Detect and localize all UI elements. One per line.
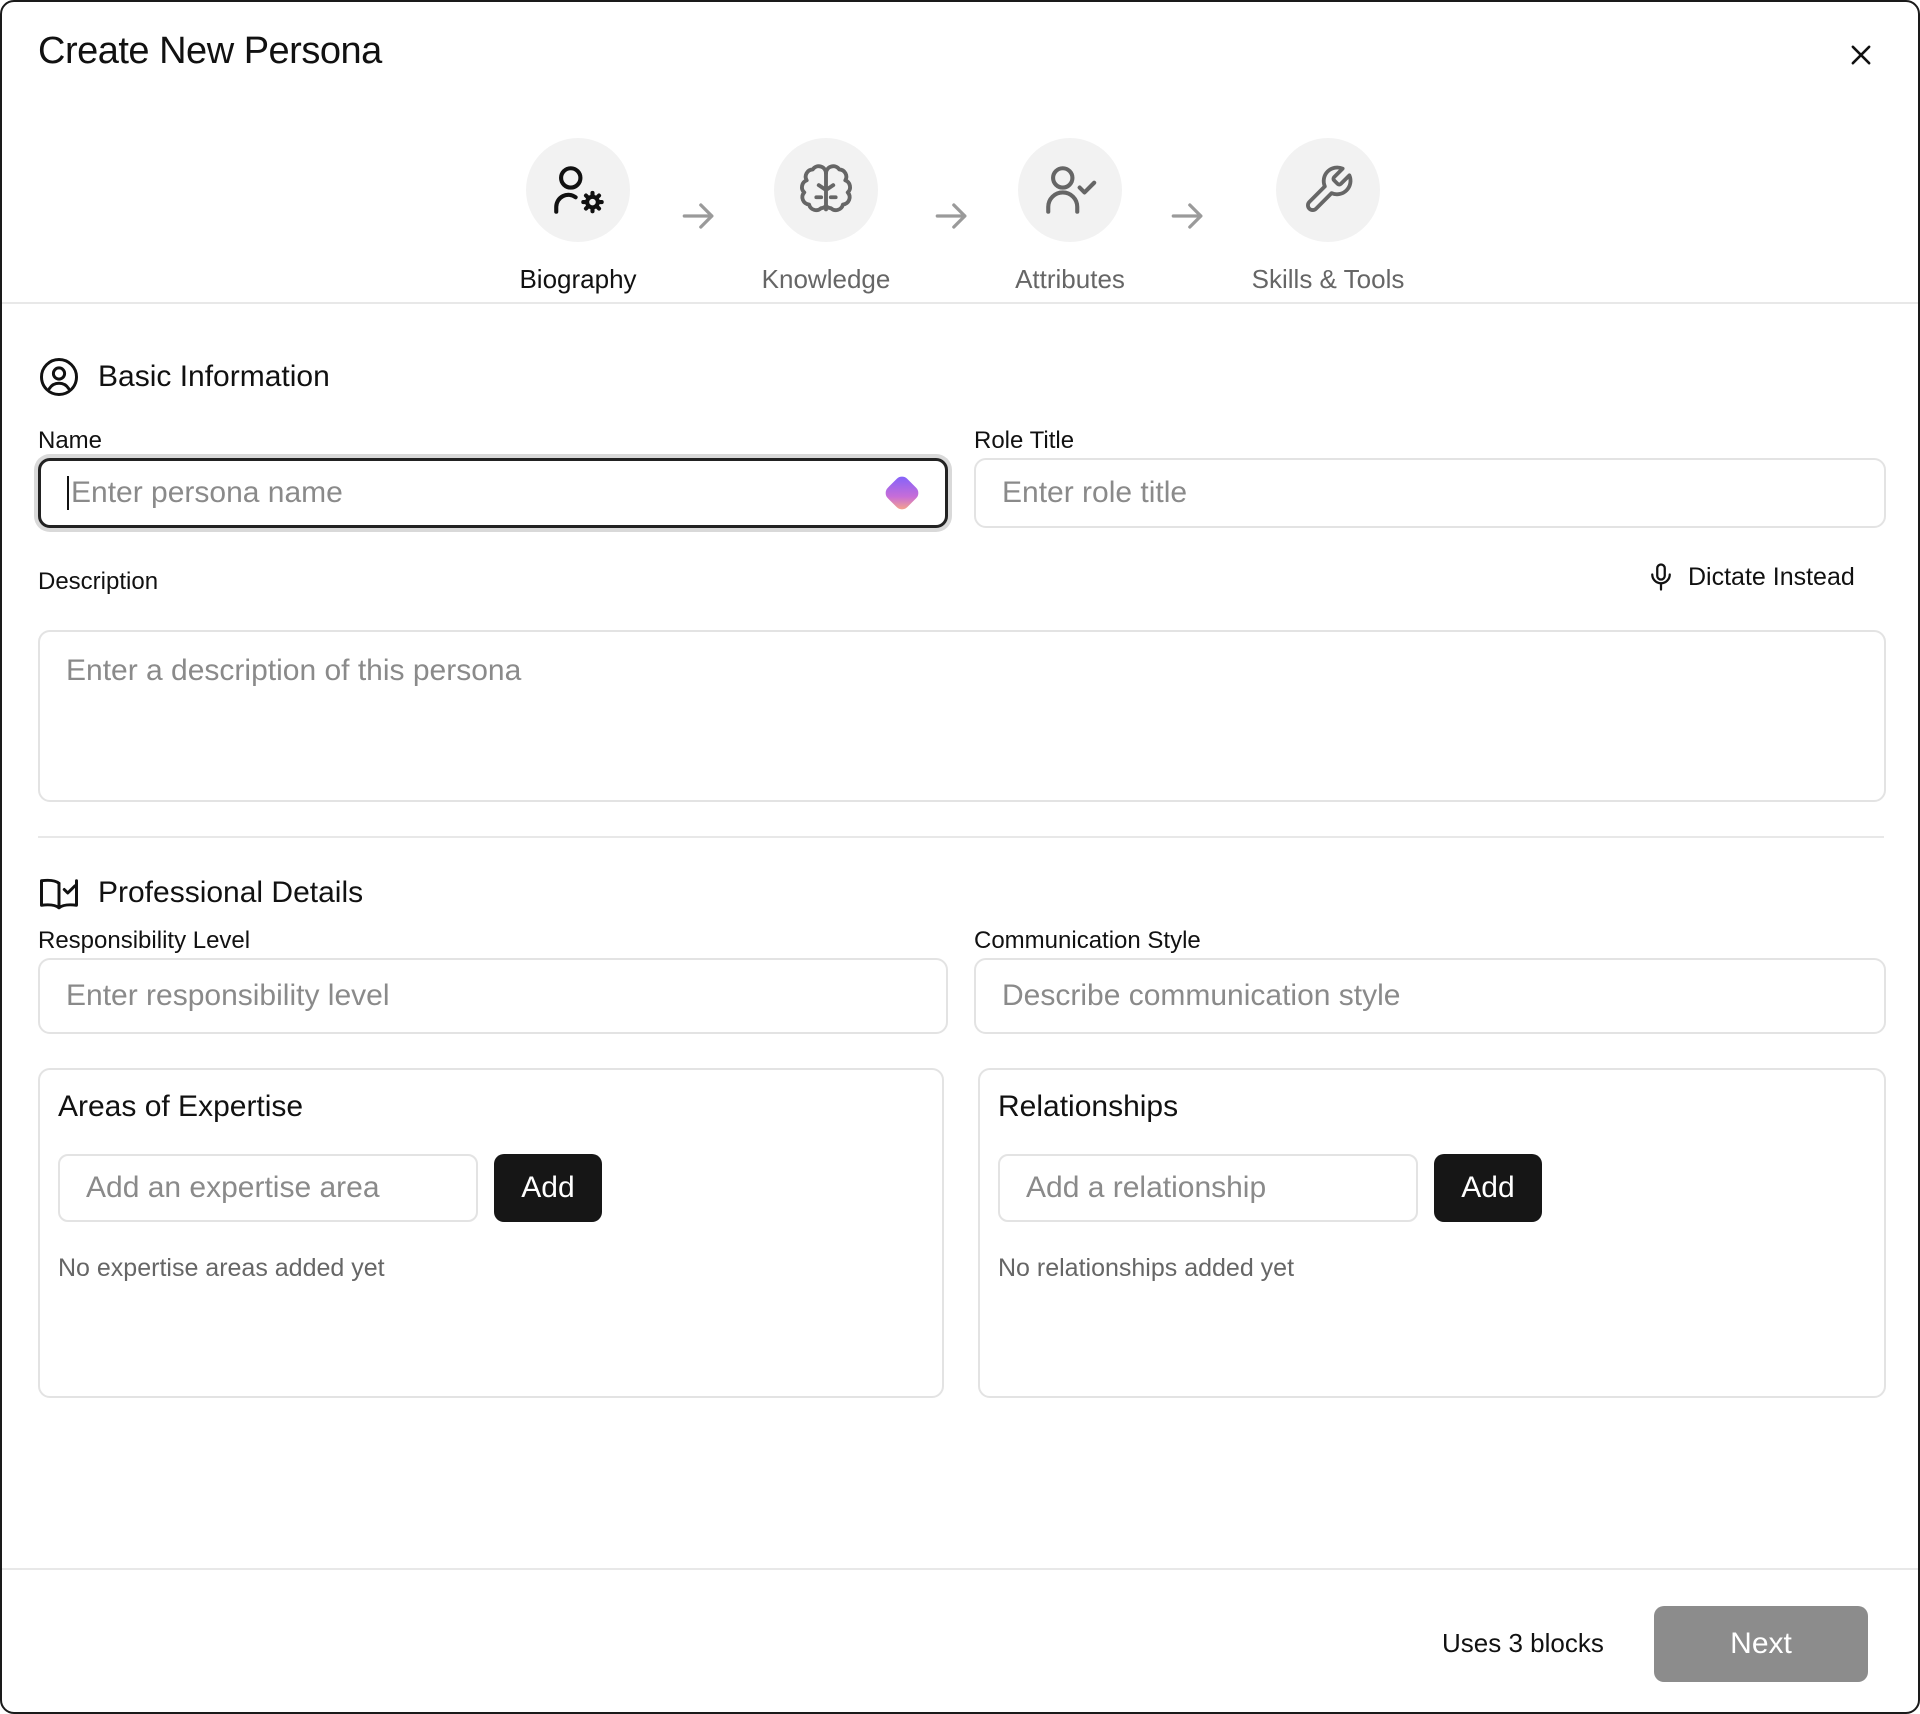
name-placeholder: Enter persona name [71,476,343,509]
arrow-right-icon [682,203,714,229]
responsibility-level-label: Responsibility Level [38,927,251,954]
dialog-title: Create New Persona [38,30,382,72]
empty-state-text: No relationships added yet [998,1254,1295,1282]
professional-details-heading: Professional Details [38,872,363,914]
name-input[interactable]: Enter persona name [38,458,948,528]
expertise-input[interactable]: Add an expertise area [58,1154,478,1222]
create-persona-dialog: Create New Persona Biography Knowledge A… [0,0,1920,1714]
user-check-icon [1046,166,1097,214]
responsibility-level-input[interactable]: Enter responsibility level [38,958,948,1034]
text-caret [67,476,69,510]
step-label: Knowledge [761,264,891,294]
description-textarea[interactable]: Enter a description of this persona [38,630,1886,802]
empty-state-text: No expertise areas added yet [58,1254,385,1282]
step-label: Skills & Tools [1251,264,1405,294]
step-attributes[interactable]: Attributes [970,138,1170,295]
description-label: Description [38,568,159,595]
brain-icon [800,164,852,213]
add-relationship-button[interactable]: Add [1434,1154,1542,1222]
role-title-label: Role Title [974,427,1075,454]
block-usage-text: Uses 3 blocks [1442,1628,1604,1658]
divider [2,302,1918,304]
user-circle-icon [40,358,78,396]
book-check-icon [40,878,78,910]
next-button[interactable]: Next [1654,1606,1868,1682]
relationship-input[interactable]: Add a relationship [998,1154,1418,1222]
communication-style-input[interactable]: Describe communication style [974,958,1886,1034]
step-biography[interactable]: Biography [478,138,678,295]
role-title-input[interactable]: Enter role title [974,458,1886,528]
areas-of-expertise-card: Areas of Expertise Add an expertise area… [38,1068,944,1398]
arrow-right-icon [1171,203,1203,229]
relationships-card: Relationships Add a relationship Add No … [978,1068,1886,1398]
ai-sparkle-icon[interactable] [877,468,927,518]
step-skills-tools[interactable]: Skills & Tools [1228,138,1428,295]
footer-divider [2,1568,1918,1570]
close-icon [1851,45,1871,65]
basic-information-heading: Basic Information [38,356,330,398]
dictate-instead-button[interactable]: Dictate Instead [1646,562,1855,592]
close-button[interactable] [1840,34,1882,76]
card-title: Relationships [998,1090,1179,1123]
name-label: Name [38,427,103,454]
arrow-right-icon [935,203,967,229]
step-label: Biography [519,264,637,294]
wrench-icon [1306,165,1353,212]
microphone-icon [1651,563,1671,591]
step-knowledge[interactable]: Knowledge [726,138,926,295]
section-divider [38,836,1884,838]
user-gear-icon [554,166,604,214]
step-label: Attributes [1015,264,1125,294]
add-expertise-button[interactable]: Add [494,1154,602,1222]
communication-style-label: Communication Style [974,927,1201,954]
card-title: Areas of Expertise [58,1090,304,1123]
